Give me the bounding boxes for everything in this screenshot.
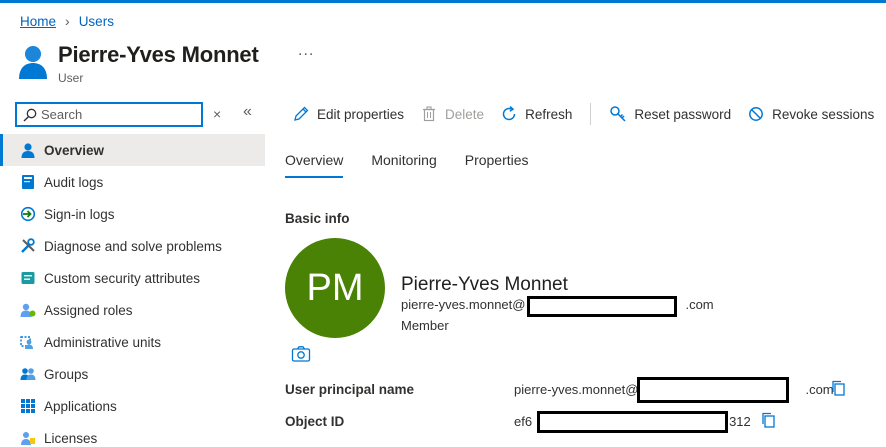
- sidebar-item-label: Diagnose and solve problems: [44, 238, 222, 254]
- page-header: Pierre-Yves Monnet User ...: [18, 40, 418, 88]
- sidebar-item-groups[interactable]: Groups: [0, 358, 265, 390]
- sidebar-item-overview[interactable]: Overview: [0, 134, 265, 166]
- edit-properties-label: Edit properties: [317, 106, 405, 122]
- block-icon: [747, 105, 765, 123]
- basic-info-heading: Basic info: [285, 211, 350, 226]
- tab-bar: Overview Monitoring Properties: [285, 146, 557, 178]
- edit-properties-button[interactable]: Edit properties: [292, 105, 404, 123]
- sidebar-item-label: Audit logs: [44, 174, 104, 190]
- sidebar-item-label: Custom security attributes: [44, 270, 201, 286]
- tab-properties[interactable]: Properties: [465, 146, 529, 178]
- search-input[interactable]: [41, 106, 191, 123]
- sidebar-item-label: Licenses: [44, 430, 98, 446]
- sidebar-item-audit-logs[interactable]: Audit logs: [0, 166, 265, 198]
- sidebar-item-label: Administrative units: [44, 334, 162, 350]
- breadcrumb-users-link[interactable]: Users: [79, 14, 114, 29]
- key-icon: [609, 105, 627, 123]
- delete-label: Delete: [445, 106, 485, 122]
- sidebar-item-licenses[interactable]: Licenses: [0, 422, 265, 447]
- upn-label: User principal name: [285, 382, 415, 397]
- reset-password-button[interactable]: Reset password: [609, 105, 731, 123]
- sidebar-item-applications[interactable]: Applications: [0, 390, 265, 422]
- tab-monitoring[interactable]: Monitoring: [371, 146, 436, 178]
- profile-name: Pierre-Yves Monnet: [401, 274, 568, 295]
- camera-icon[interactable]: [291, 345, 311, 363]
- apps-grid-icon: [19, 398, 36, 415]
- upn-prefix: pierre-yves.monnet@: [514, 382, 639, 397]
- sidebar-item-label: Overview: [44, 142, 105, 158]
- top-accent-bar: [0, 0, 886, 3]
- more-options-button[interactable]: ...: [298, 42, 314, 60]
- delete-button[interactable]: Delete: [420, 105, 484, 123]
- sign-in-icon: [19, 206, 36, 223]
- user-icon: [19, 46, 47, 79]
- object-id-label: Object ID: [285, 414, 345, 429]
- groups-icon: [19, 366, 36, 383]
- sidebar-item-administrative-units[interactable]: Administrative units: [0, 326, 265, 358]
- redaction-box: [637, 377, 789, 403]
- sidebar-item-label: Sign-in logs: [44, 206, 115, 222]
- sidebar-item-label: Applications: [44, 398, 117, 414]
- pencil-icon: [292, 105, 310, 123]
- sidebar-item-diagnose[interactable]: Diagnose and solve problems: [0, 230, 265, 262]
- toolbar-divider: [590, 103, 592, 125]
- redaction-box: [527, 296, 677, 317]
- sidebar-item-label: Assigned roles: [44, 302, 133, 318]
- reset-password-label: Reset password: [634, 106, 732, 122]
- copy-icon[interactable]: [830, 380, 846, 396]
- command-bar: Edit properties Delete Refresh Reset pas…: [292, 100, 886, 128]
- breadcrumb: Home › Users: [20, 13, 114, 29]
- license-icon: [19, 430, 36, 447]
- clear-search-icon[interactable]: ×: [213, 106, 221, 122]
- attributes-icon: [19, 270, 36, 287]
- trash-icon: [420, 105, 438, 123]
- roles-icon: [19, 302, 36, 319]
- sidebar-item-label: Groups: [44, 366, 89, 382]
- revoke-sessions-label: Revoke sessions: [772, 106, 875, 122]
- refresh-label: Refresh: [525, 106, 573, 122]
- copy-icon[interactable]: [760, 412, 776, 428]
- email-prefix: pierre-yves.monnet@: [401, 297, 526, 312]
- user-type: Member: [401, 318, 449, 333]
- collapse-sidebar-icon[interactable]: «: [243, 103, 252, 121]
- sidebar-item-sign-in-logs[interactable]: Sign-in logs: [0, 198, 265, 230]
- refresh-button[interactable]: Refresh: [500, 105, 572, 123]
- sidebar-item-custom-security-attributes[interactable]: Custom security attributes: [0, 262, 265, 294]
- redaction-box: [537, 411, 728, 433]
- search-icon: [23, 108, 37, 122]
- refresh-icon: [500, 105, 518, 123]
- breadcrumb-home-link[interactable]: Home: [20, 14, 56, 29]
- object-id-suffix: 312: [729, 414, 751, 429]
- chevron-right-icon: ›: [65, 13, 70, 29]
- search-box: [15, 102, 203, 127]
- email-suffix: .com: [685, 297, 714, 312]
- user-icon: [19, 142, 36, 159]
- revoke-sessions-button[interactable]: Revoke sessions: [747, 105, 874, 123]
- page-title: Pierre-Yves Monnet: [58, 42, 259, 67]
- sidebar-item-assigned-roles[interactable]: Assigned roles: [0, 294, 265, 326]
- page-subtitle: User: [58, 71, 84, 85]
- book-icon: [19, 174, 36, 191]
- sidebar: Overview Audit logs Sign-in logs Diagnos…: [0, 134, 265, 447]
- object-id-prefix: ef6: [514, 414, 533, 429]
- tab-overview[interactable]: Overview: [285, 146, 344, 178]
- wrench-icon: [19, 238, 36, 255]
- avatar: PM: [285, 238, 385, 338]
- admin-units-icon: [19, 334, 36, 351]
